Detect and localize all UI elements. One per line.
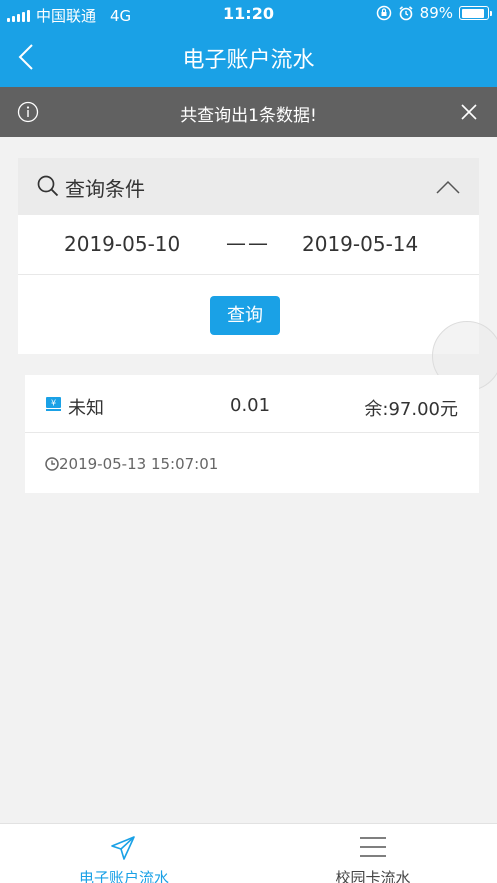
- query-panel: 查询条件 2019-05-10 —— 2019-05-14 查询: [18, 158, 479, 354]
- query-title: 查询条件: [65, 177, 145, 201]
- close-icon[interactable]: [459, 102, 479, 122]
- record-summary: ¥ 未知 0.01 余:97.00元: [25, 375, 479, 433]
- tab-account-flow[interactable]: 电子账户流水: [0, 824, 248, 883]
- start-date-field[interactable]: 2019-05-10: [64, 232, 180, 256]
- record-amount: 0.01: [230, 395, 271, 416]
- orientation-lock-icon: [376, 5, 391, 21]
- chevron-up-icon[interactable]: [435, 178, 461, 196]
- battery-icon: [459, 6, 492, 20]
- record-time: 2019-05-13 15:07:01: [59, 455, 219, 473]
- battery-percent: 89%: [419, 4, 453, 22]
- clock-icon: [45, 457, 59, 471]
- record-balance: 余:97.00元: [364, 399, 458, 420]
- list-item[interactable]: ¥ 未知 0.01 余:97.00元 2019-05-13 15:07:01: [25, 375, 479, 493]
- app-header: 中国联通 4G 11:20 89% 电子账户流水: [0, 0, 497, 87]
- status-right: 89%: [376, 4, 492, 22]
- alarm-icon: [399, 6, 413, 21]
- search-icon: [37, 175, 59, 197]
- date-range: 2019-05-10 —— 2019-05-14: [18, 215, 479, 275]
- notice-bar: 共查询出1条数据!: [0, 87, 497, 137]
- date-separator: ——: [226, 231, 270, 255]
- svg-text:¥: ¥: [51, 399, 56, 408]
- status-bar: 中国联通 4G 11:20 89%: [0, 0, 497, 28]
- menu-icon: [360, 837, 386, 857]
- record-type: 未知: [68, 398, 104, 419]
- notice-text: 共查询出1条数据!: [180, 106, 317, 126]
- tab-campus-card-flow[interactable]: 校园卡流水: [249, 824, 497, 883]
- query-button[interactable]: 查询: [210, 296, 280, 335]
- query-panel-header[interactable]: 查询条件: [18, 158, 479, 215]
- page-title: 电子账户流水: [182, 48, 315, 73]
- send-icon: [111, 836, 135, 860]
- battery-fill: [461, 8, 484, 18]
- navbar: 电子账户流水: [0, 28, 497, 87]
- end-date-field[interactable]: 2019-05-14: [302, 232, 418, 256]
- wallet-icon: ¥: [46, 397, 61, 411]
- tab-bar: 电子账户流水 校园卡流水: [0, 823, 497, 883]
- tab-label: 校园卡流水: [335, 869, 411, 883]
- tab-label: 电子账户流水: [78, 869, 169, 883]
